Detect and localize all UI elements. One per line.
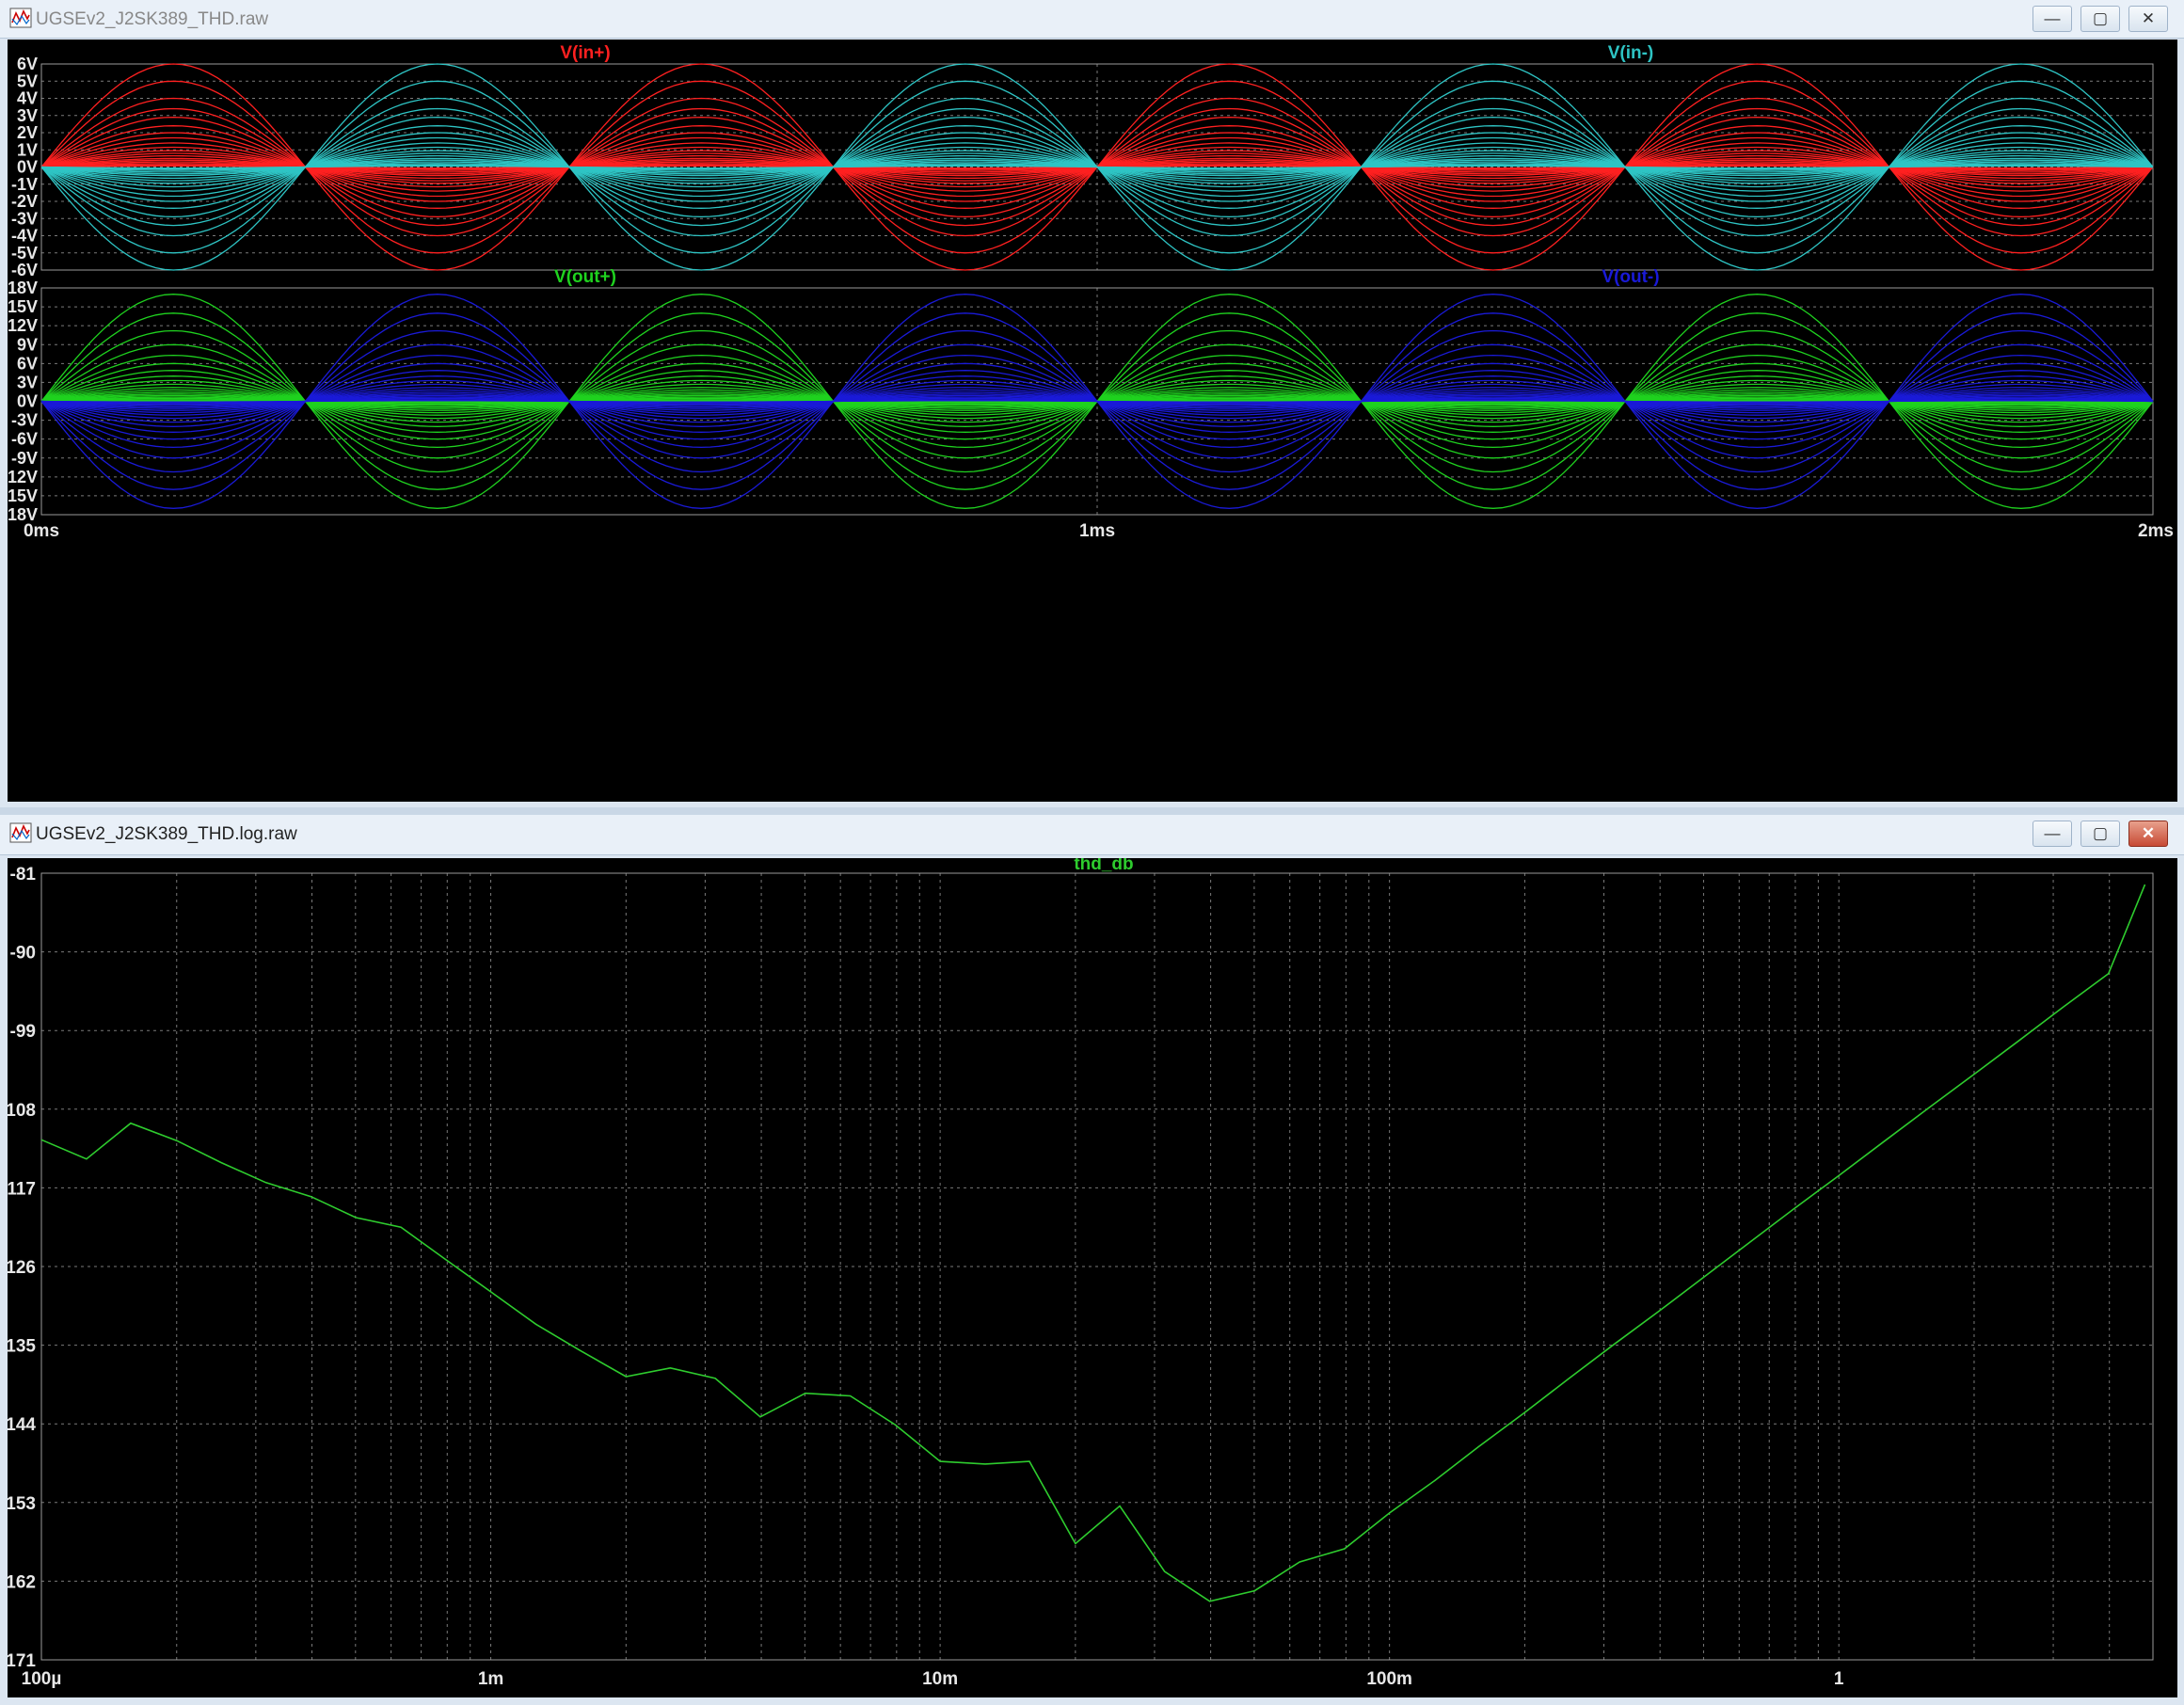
window-title: UGSEv2_J2SK389_THD.log.raw (36, 824, 297, 844)
y-tick-label: -3V (11, 209, 38, 228)
y-tick-label: -108 (8, 1101, 36, 1121)
waveform-app-icon (9, 8, 32, 28)
y-tick-label: -12V (8, 468, 38, 486)
maximize-button[interactable]: ▢ (2080, 821, 2120, 847)
waveform-plots-svg[interactable]: 6V5V4V3V2V1V0V-1V-2V-3V-4V-5V-6VV(in+) V(… (2, 40, 2177, 802)
y-tick-label: -81 (10, 865, 37, 884)
legend-thd_db: thd_db (1074, 858, 1133, 874)
x-tick-label: 100µ (22, 1669, 62, 1689)
title-bar[interactable]: UGSEv2_J2SK389_THD.raw — ▢ ✕ (0, 0, 2184, 39)
trace-thd_db (40, 884, 2146, 1602)
minimize-button[interactable]: — (2033, 6, 2072, 32)
y-tick-label: 6V (17, 354, 38, 373)
close-button[interactable]: ✕ (2128, 6, 2168, 32)
y-tick-label: 3V (17, 373, 38, 391)
y-tick-label: -99 (10, 1022, 36, 1042)
y-tick-label: 15V (8, 297, 38, 316)
minimize-icon: — (2044, 824, 2061, 842)
x-tick-label: 1 (1834, 1669, 1844, 1689)
x-tick-label: 0ms (24, 521, 59, 541)
legend-V(in-): V(in-) (1608, 43, 1654, 63)
waveform-plot-area[interactable]: 6V 5V 4V 3V 2V 1V 0V -1V -2V -3V -4V -5V -6V V(in+) V(… (2, 40, 2177, 802)
y-tick-label: -162 (8, 1572, 36, 1592)
y-tick-label: 18V (8, 279, 38, 297)
x-tick-label: 2ms (2138, 521, 2174, 541)
y-tick-label: -1V (11, 175, 38, 194)
y-tick-label: -3V (11, 411, 38, 430)
y-tick-label: 2V (17, 123, 38, 142)
x-tick-label: 1ms (1079, 521, 1115, 541)
window-title: UGSEv2_J2SK389_THD.raw (36, 9, 269, 29)
y-tick-label: -9V (11, 449, 38, 468)
legend-V(out+): V(out+) (554, 267, 616, 287)
close-icon: ✕ (2141, 9, 2156, 27)
x-tick-label: 100m (1366, 1669, 1412, 1689)
y-tick-label: -90 (10, 944, 36, 964)
y-tick-label: 3V (17, 106, 38, 125)
y-tick-label: 1V (17, 140, 38, 159)
maximize-icon: ▢ (2092, 824, 2109, 842)
legend-V(out-): V(out-) (1602, 267, 1659, 287)
maximize-icon: ▢ (2092, 9, 2109, 27)
y-tick-label: -126 (8, 1258, 36, 1278)
waveform-app-icon (9, 822, 32, 843)
y-tick-label: -4V (11, 227, 38, 246)
thd-plot-svg[interactable]: -81 -90 -99 -108 -117 -126 -135 -144 -153 -162 -17… (0, 854, 2177, 1697)
y-tick-label: -5V (11, 244, 38, 263)
x-tick-label: 1m (478, 1669, 503, 1689)
waveform-window: UGSEv2_J2SK389_THD.raw — ▢ ✕ 6V 5V 4V 3V 2V 1… (0, 0, 2184, 807)
thd-window: UGSEv2_J2SK389_THD.log.raw — ▢ ✕ -81 -90-… (0, 815, 2184, 1705)
y-tick-label: -153 (8, 1494, 36, 1514)
y-tick-label: -6V (11, 430, 38, 449)
y-tick-label: 0V (17, 158, 38, 177)
close-icon: ✕ (2141, 824, 2156, 842)
maximize-button[interactable]: ▢ (2080, 6, 2120, 32)
y-tick-label: -2V (11, 192, 38, 211)
minimize-icon: — (2044, 9, 2061, 27)
y-tick-label: -135 (8, 1337, 36, 1357)
close-button[interactable]: ✕ (2128, 821, 2168, 847)
y-tick-label: -117 (8, 1179, 36, 1199)
y-tick-label: 0V (17, 392, 38, 411)
minimize-button[interactable]: — (2033, 821, 2072, 847)
y-tick-label: 5V (17, 72, 38, 90)
y-tick-label: -171 (8, 1651, 36, 1671)
y-tick-label: -6V (11, 261, 38, 279)
x-tick-label: 10m (922, 1669, 958, 1689)
y-tick-label: 6V (17, 55, 38, 73)
y-tick-label: 9V (17, 335, 38, 354)
title-bar[interactable]: UGSEv2_J2SK389_THD.log.raw — ▢ ✕ (0, 815, 2184, 855)
thd-plot-area[interactable]: -81 -90 -99 -108 -117 -126 -135 -144 -153 -162 -17… (0, 854, 2177, 1697)
y-tick-label: 4V (17, 89, 38, 108)
legend-V(in+): V(in+) (560, 43, 610, 63)
y-tick-label: 12V (8, 316, 38, 335)
y-tick-label: -144 (8, 1415, 36, 1435)
y-tick-label: -15V (8, 486, 38, 505)
